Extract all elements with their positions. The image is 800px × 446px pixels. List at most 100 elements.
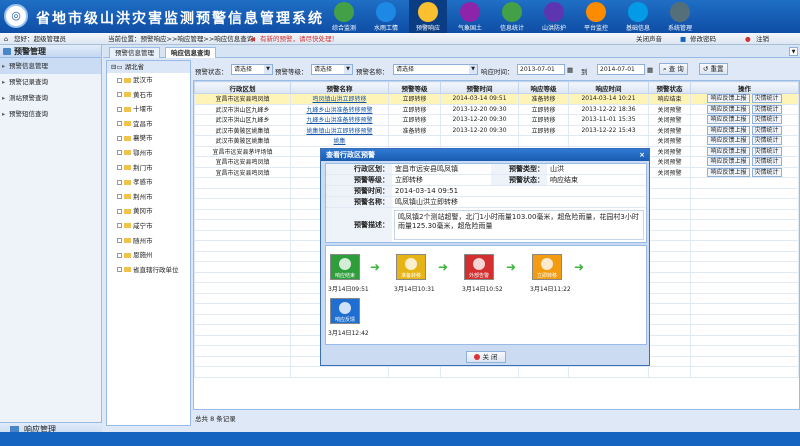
table-cell: 准备转移 [518,93,569,105]
feedback-report-button[interactable]: 响应反馈上报 [707,104,750,114]
table-row[interactable]: 武汉市黄陂区姚集镇 姚集 关闭预警 响应反馈上报 灾情统计 [194,135,799,147]
expand-icon[interactable] [117,121,122,127]
tree-node[interactable]: 荆门市 [107,161,190,176]
column-header: 响应等级 [518,81,569,94]
new-warning-alert[interactable]: 有新的预警，请尽快处理！ [260,33,338,45]
module-monitor[interactable]: 综合监测 [325,0,363,33]
disaster-stats-button[interactable]: 灾情统计 [751,167,782,177]
table-cell: 响应反馈上报 灾情统计 [690,145,799,157]
step-response-feedback[interactable]: 响应反馈 [330,298,360,324]
tree-node[interactable]: 恩施州 [107,248,190,263]
name-select[interactable]: 请选择 ▼ [393,64,478,75]
feedback-report-button[interactable]: 响应反馈上报 [707,136,750,146]
query-button[interactable]: ⌕ 查 询 [659,63,688,75]
sidebar-header[interactable]: 预警管理 [0,45,101,58]
calendar-icon[interactable]: ▦ [647,66,653,74]
tree-root[interactable]: ⊟▭ 湖北省 [107,61,190,73]
module-statistics[interactable]: 信息统计 [493,0,531,33]
table-row[interactable]: 武汉市洪山区九峰乡 九峰乡山洪准备转移预警 立即转移 2013-12-20 09:30… [194,103,799,115]
feedback-report-button[interactable]: 响应反馈上报 [707,157,750,167]
tree-node[interactable]: 武汉市 [107,73,190,88]
tab-response-query[interactable]: 响应信息查询 [165,47,216,58]
close-icon[interactable]: × [639,149,645,161]
tab-warning-info[interactable]: 预警信息管理 [109,47,160,58]
expand-icon[interactable] [117,179,122,185]
time-to-input[interactable]: 2014-07-01 [597,64,645,75]
expand-icon[interactable] [117,223,122,229]
expand-icon[interactable] [117,194,122,200]
module-system-admin[interactable]: 系统管理 [661,0,699,33]
column-header: 行政区划 [194,81,291,94]
tree-node[interactable]: 荆州市 [107,190,190,205]
module-flood-protection[interactable]: 山洪防护 [535,0,573,33]
expand-icon[interactable] [117,208,122,214]
expand-icon[interactable] [117,150,122,156]
folder-icon [124,77,131,83]
table-cell [648,345,691,357]
expand-icon[interactable] [117,92,122,98]
disaster-stats-button[interactable]: 灾情统计 [751,115,782,125]
table-row[interactable] [194,366,799,378]
calendar-icon[interactable]: ▦ [567,66,573,74]
feedback-report-button[interactable]: 响应反馈上报 [707,115,750,125]
module-weather-land[interactable]: 气象国土 [451,0,489,33]
close-button[interactable]: 关 闭 [466,351,506,363]
user-greeting: 您好：超级管理员 [14,35,66,43]
expand-icon[interactable] [117,135,122,141]
expand-icon[interactable] [117,77,122,83]
logout-link[interactable]: 注销 [756,33,769,45]
module-basic-info[interactable]: 基础信息 [619,0,657,33]
feedback-report-button[interactable]: 响应反馈上报 [707,125,750,135]
sidebar-item-warning-records[interactable]: 预警记录查询 [0,74,101,90]
tree-node[interactable]: 宜昌市 [107,117,190,132]
tree-node[interactable]: 咸宁市 [107,219,190,234]
table-row[interactable]: 宜昌市远安县鸣凤镇 鸣凤镇山洪立即转移 立即转移 2014-03-14 09:51 准备… [194,93,799,105]
expand-icon[interactable] [117,252,122,258]
table-row[interactable]: 武汉市黄陂区姚集镇 姚集镇山洪立即转移预警 准备转移 2013-12-20 09:30… [194,124,799,136]
disaster-stats-button[interactable]: 灾情统计 [751,125,782,135]
disaster-stats-button[interactable]: 灾情统计 [751,146,782,156]
expand-icon[interactable] [117,165,122,171]
disaster-stats-button[interactable]: 灾情统计 [751,94,782,104]
disaster-stats-button[interactable]: 灾情统计 [751,157,782,167]
sidebar-item-warning-sms[interactable]: 预警短信查询 [0,106,101,122]
tree-node[interactable]: 十堰市 [107,102,190,117]
table-row[interactable]: 武汉市洪山区九峰乡 九峰乡山洪准备转移预警 立即转移 2013-12-20 09:30… [194,114,799,126]
tree-node[interactable]: 襄樊市 [107,131,190,146]
level-select[interactable]: 请选择 ▼ [311,64,353,75]
feedback-report-button[interactable]: 响应反馈上报 [707,94,750,104]
tree-node[interactable]: 黄冈市 [107,204,190,219]
name-label: 预警名称： [356,68,389,76]
step-external-alarm[interactable]: 外部告警 [464,254,494,280]
tab-menu-chevron-icon[interactable]: ▼ [789,47,798,56]
module-water-rain[interactable]: 水雨工情 [367,0,405,33]
disaster-stats-button[interactable]: 灾情统计 [751,136,782,146]
feedback-report-button[interactable]: 响应反馈上报 [707,146,750,156]
status-select[interactable]: 请选择 ▼ [231,64,273,75]
disaster-stats-button[interactable]: 灾情统计 [751,104,782,114]
module-platform-monitor[interactable]: 平台监控 [577,0,615,33]
expand-icon[interactable] [117,267,122,273]
feedback-report-button[interactable]: 响应反馈上报 [707,167,750,177]
tree-node[interactable]: 随州市 [107,234,190,249]
step-response-end[interactable]: 响应结束 [330,254,360,280]
tree-node[interactable]: 黄石市 [107,88,190,103]
sidebar-item-warning-info[interactable]: 预警信息管理 [0,58,101,74]
sidebar-item-station-warning[interactable]: 测站预警查询 [0,90,101,106]
dialog-title-bar[interactable]: 查看行政区预警 × [321,149,649,161]
expand-icon[interactable] [117,238,122,244]
table-cell: 关闭预警 [648,124,691,136]
step-immediate-transfer[interactable]: 立即转移 [532,254,562,280]
time-from-input[interactable]: 2013-07-01 [517,64,565,75]
time-label: 响应时间： [481,68,514,76]
close-sound-link[interactable]: 关闭声音 [636,33,662,45]
tree-node[interactable]: 鄂州市 [107,146,190,161]
reset-button[interactable]: ↺ 重置 [699,63,728,75]
change-password-link[interactable]: 修改密码 [690,33,716,45]
tree-node[interactable]: 省直辖行政单位 [107,263,190,278]
module-warning-response[interactable]: 预警响应 [409,0,447,33]
tree-node[interactable]: 孝感市 [107,175,190,190]
expand-icon[interactable] [117,106,122,112]
step-prepare-transfer[interactable]: 准备转移 [396,254,426,280]
table-cell [194,303,291,315]
